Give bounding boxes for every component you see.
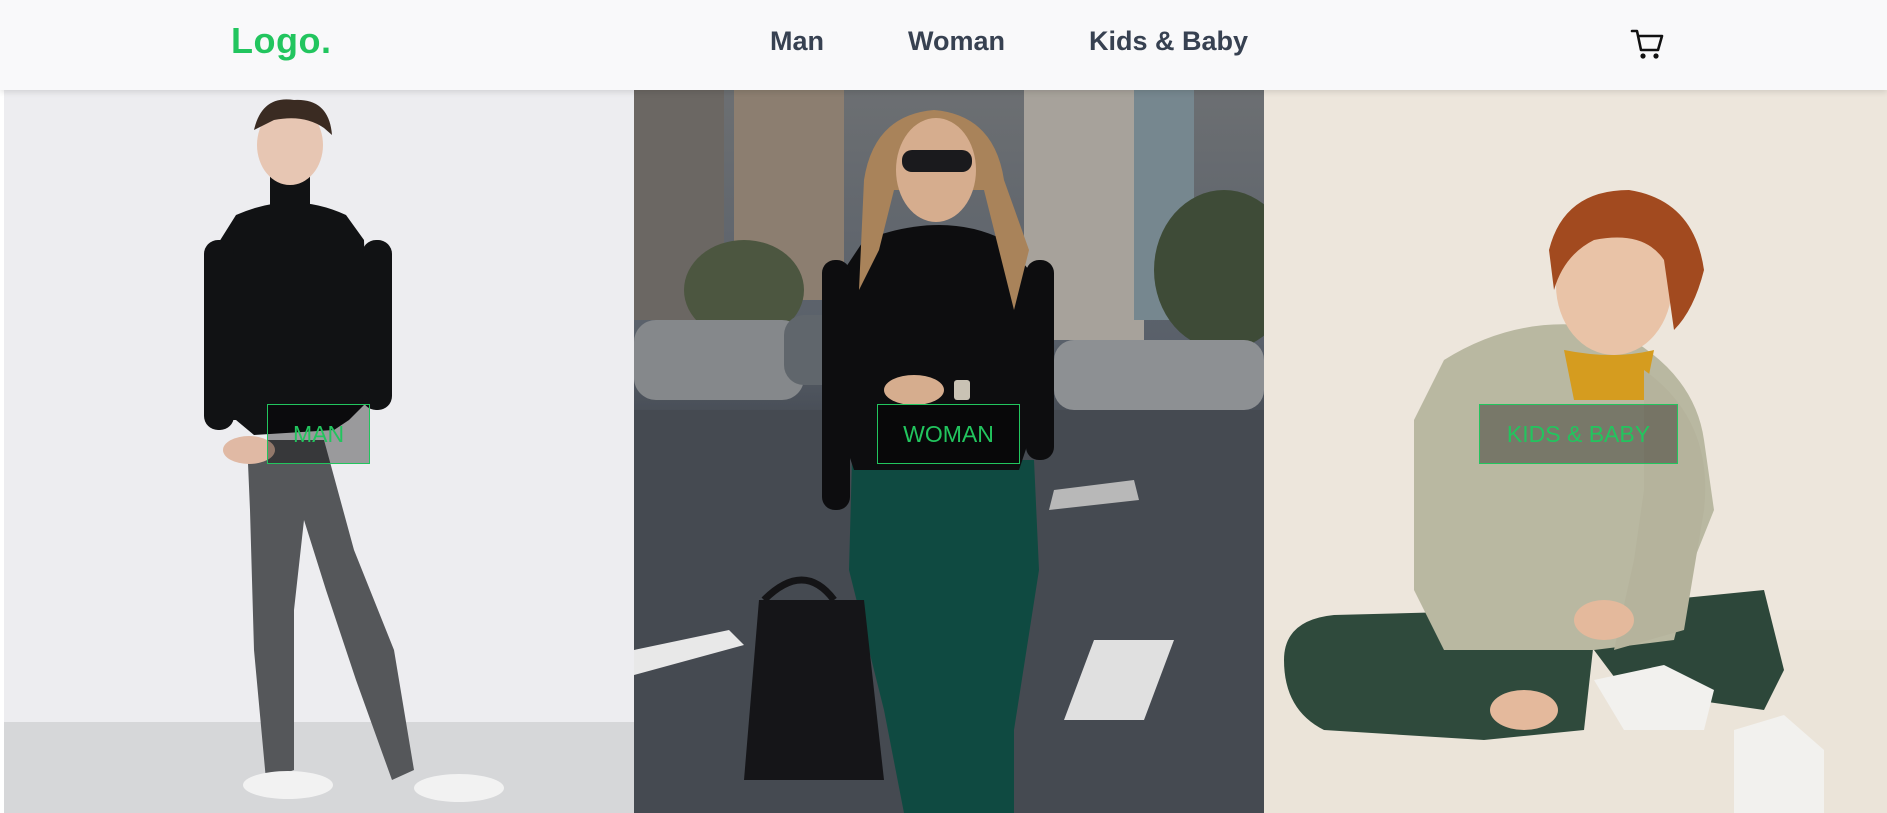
category-panel-man[interactable]: MAN — [4, 90, 634, 813]
shopping-cart-icon[interactable] — [1630, 26, 1666, 62]
category-hero: MAN WOMAN KIDS & BABY — [0, 90, 1887, 813]
navbar: Logo. Man Woman Kids & Baby — [0, 0, 1887, 90]
category-panel-woman[interactable]: WOMAN — [634, 90, 1264, 813]
man-category-button[interactable]: MAN — [267, 404, 370, 464]
nav-link-man[interactable]: Man — [770, 26, 824, 57]
nav-link-kids-baby[interactable]: Kids & Baby — [1089, 26, 1248, 57]
woman-category-button[interactable]: WOMAN — [877, 404, 1020, 464]
logo[interactable]: Logo. — [231, 20, 331, 62]
kids-baby-category-button[interactable]: KIDS & BABY — [1479, 404, 1678, 464]
nav-link-woman[interactable]: Woman — [908, 26, 1005, 57]
category-panel-kids-baby[interactable]: KIDS & BABY — [1264, 90, 1887, 813]
